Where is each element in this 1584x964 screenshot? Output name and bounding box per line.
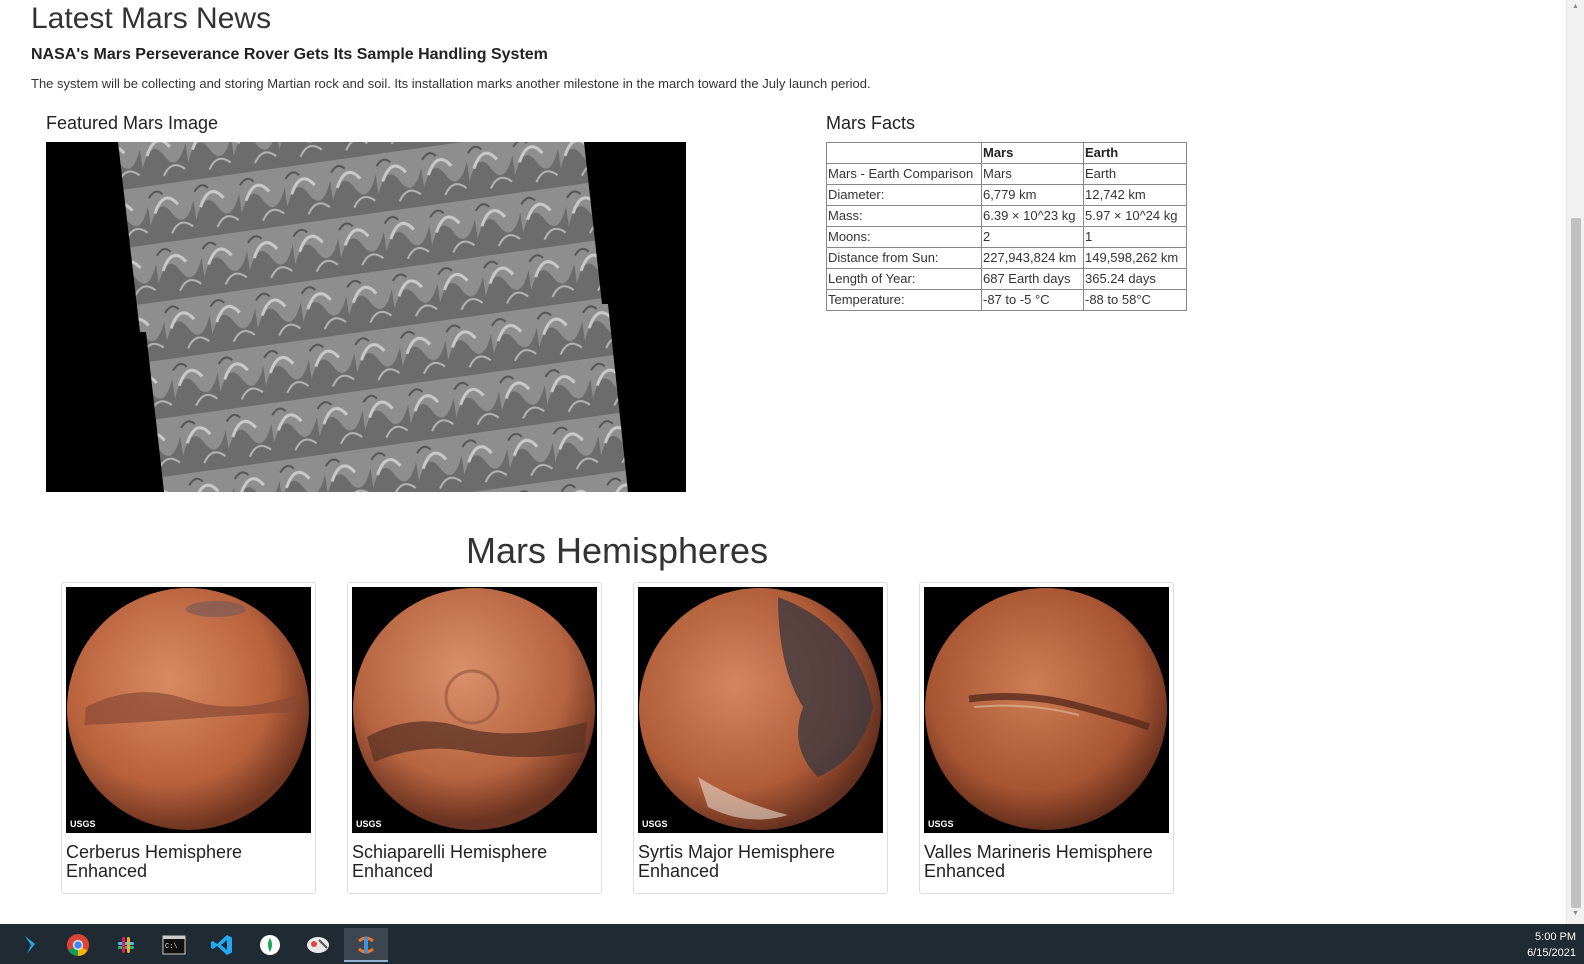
table-cell: 687 Earth days xyxy=(981,268,1084,290)
vertical-scrollbar[interactable]: ▲ ▼ xyxy=(1566,0,1584,924)
table-row: Mars - Earth Comparison Mars Earth xyxy=(826,163,1187,185)
table-cell: Mars xyxy=(981,163,1084,185)
table-row: Diameter: 6,779 km 12,742 km xyxy=(826,184,1187,206)
hemisphere-card-schiaparelli[interactable]: USGS Schiaparelli Hemisphere Enhanced xyxy=(347,582,602,894)
cerberus-hemisphere-image[interactable]: USGS xyxy=(66,587,311,833)
usgs-watermark: USGS xyxy=(642,819,668,829)
news-section-title: Latest Mars News xyxy=(31,2,272,35)
table-cell: 365.24 days xyxy=(1083,268,1187,290)
clock-time: 5:00 PM xyxy=(1535,931,1576,943)
table-cell: 12,742 km xyxy=(1083,184,1187,206)
table-header-cell xyxy=(826,142,982,164)
featured-mars-image[interactable] xyxy=(46,142,686,492)
table-row: Distance from Sun: 227,943,824 km 149,59… xyxy=(826,247,1187,269)
hemisphere-card-syrtis-major[interactable]: USGS Syrtis Major Hemisphere Enhanced xyxy=(633,582,888,894)
valles-marineris-hemisphere-image[interactable]: USGS xyxy=(924,587,1169,833)
browser-page: Latest Mars News NASA's Mars Perseveranc… xyxy=(0,0,1566,924)
table-row: Length of Year: 687 Earth days 365.24 da… xyxy=(826,268,1187,290)
usgs-watermark: USGS xyxy=(356,819,382,829)
table-header-cell: Earth xyxy=(1083,142,1187,164)
terminal-icon[interactable]: C:\ xyxy=(152,928,196,962)
table-row: Moons: 2 1 xyxy=(826,226,1187,248)
table-cell: 2 xyxy=(981,226,1084,248)
snipping-tool-icon[interactable] xyxy=(296,928,340,962)
hemisphere-card-valles-marineris[interactable]: USGS Valles Marineris Hemisphere Enhance… xyxy=(919,582,1174,894)
mars-facts-table: Mars Earth Mars - Earth Comparison Mars … xyxy=(826,142,1187,311)
vscode-icon[interactable] xyxy=(200,928,244,962)
table-cell: 6.39 × 10^23 kg xyxy=(981,205,1084,227)
system-clock[interactable]: 5:00 PM 6/15/2021 xyxy=(1527,929,1576,961)
jupyter-icon[interactable] xyxy=(344,928,388,962)
syrtis-major-hemisphere-image[interactable]: USGS xyxy=(638,587,883,833)
hemisphere-title[interactable]: Valles Marineris Hemisphere Enhanced xyxy=(924,843,1164,881)
table-cell: Length of Year: xyxy=(826,268,982,290)
table-cell: Diameter: xyxy=(826,184,982,206)
scroll-down-icon[interactable]: ▼ xyxy=(1572,910,1579,917)
hemisphere-card-cerberus[interactable]: USGS Cerberus Hemisphere Enhanced xyxy=(61,582,316,894)
table-cell: 6,779 km xyxy=(981,184,1084,206)
hemisphere-title[interactable]: Syrtis Major Hemisphere Enhanced xyxy=(638,843,878,881)
table-cell: Moons: xyxy=(826,226,982,248)
schiaparelli-hemisphere-image[interactable]: USGS xyxy=(352,587,597,833)
featured-image-heading: Featured Mars Image xyxy=(46,113,219,133)
table-row: Mass: 6.39 × 10^23 kg 5.97 × 10^24 kg xyxy=(826,205,1187,227)
table-cell: -88 to 58°C xyxy=(1083,289,1187,311)
visual-studio-icon[interactable] xyxy=(8,928,52,962)
table-cell: Temperature: xyxy=(826,289,982,311)
slack-icon[interactable] xyxy=(104,928,148,962)
table-header-row: Mars Earth xyxy=(826,142,1187,164)
table-row: Temperature: -87 to -5 °C -88 to 58°C xyxy=(826,289,1187,311)
table-cell: 1 xyxy=(1083,226,1187,248)
table-cell: 5.97 × 10^24 kg xyxy=(1083,205,1187,227)
table-cell: 149,598,262 km xyxy=(1083,247,1187,269)
table-cell: 227,943,824 km xyxy=(981,247,1084,269)
scrollbar-thumb[interactable] xyxy=(1571,218,1581,908)
clock-date: 6/15/2021 xyxy=(1527,947,1576,959)
scroll-up-icon[interactable]: ▲ xyxy=(1572,3,1579,10)
table-cell: Distance from Sun: xyxy=(826,247,982,269)
hemisphere-title[interactable]: Schiaparelli Hemisphere Enhanced xyxy=(352,843,592,881)
chrome-icon[interactable] xyxy=(56,928,100,962)
table-header-cell: Mars xyxy=(981,142,1084,164)
hemisphere-title[interactable]: Cerberus Hemisphere Enhanced xyxy=(66,843,306,881)
mars-facts-heading: Mars Facts xyxy=(826,113,916,133)
usgs-watermark: USGS xyxy=(70,819,96,829)
mongodb-compass-icon[interactable] xyxy=(248,928,292,962)
svg-text:C:\: C:\ xyxy=(165,943,178,951)
table-cell: Mass: xyxy=(826,205,982,227)
table-cell: Earth xyxy=(1083,163,1187,185)
windows-taskbar: C:\ 5:00 PM 6/15/2021 xyxy=(0,924,1584,964)
news-headline[interactable]: NASA's Mars Perseverance Rover Gets Its … xyxy=(31,46,548,64)
active-app-indicator xyxy=(344,960,388,962)
table-cell: -87 to -5 °C xyxy=(981,289,1084,311)
usgs-watermark: USGS xyxy=(928,819,954,829)
news-teaser: The system will be collecting and storin… xyxy=(31,76,871,91)
table-cell: Mars - Earth Comparison xyxy=(826,163,982,185)
hemispheres-heading: Mars Hemispheres xyxy=(466,530,769,571)
